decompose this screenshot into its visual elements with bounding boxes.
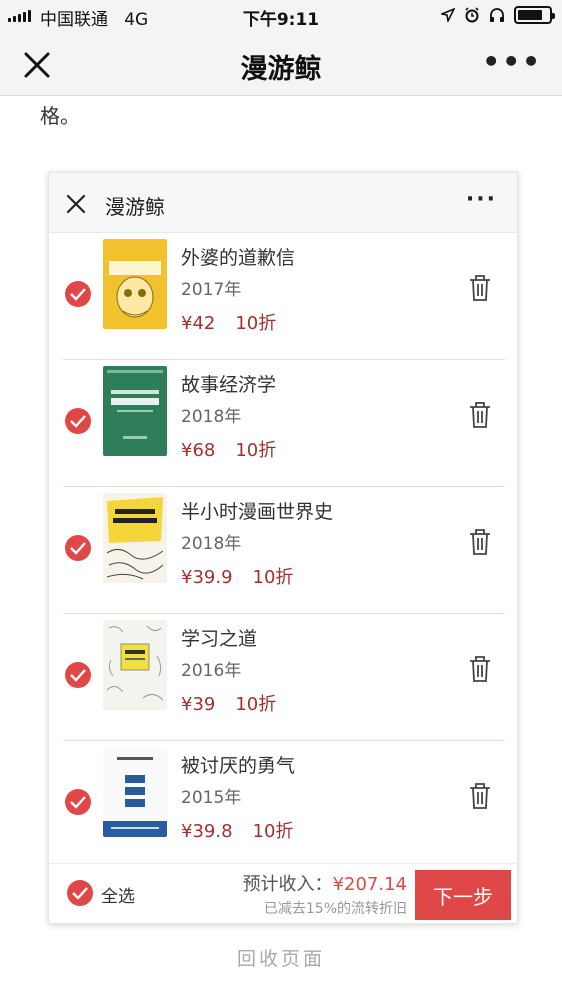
- list-item: 半小时漫画世界史 2018年 ¥39.9 10折: [63, 487, 505, 614]
- headphones-icon: [490, 8, 504, 22]
- book-year: 2015年: [181, 788, 242, 808]
- recycle-page-label: 回收页面: [236, 948, 325, 970]
- alarm-icon: [465, 7, 479, 23]
- status-bar: 中国联通 4G 下午9:11: [0, 0, 562, 32]
- checkbox-checked[interactable]: [65, 535, 91, 561]
- book-discount: 10折: [235, 694, 277, 715]
- checkbox-checked[interactable]: [65, 281, 91, 307]
- book-year: 2018年: [181, 407, 242, 427]
- book-cover: [103, 493, 167, 583]
- book-cover: [103, 239, 167, 329]
- next-step-button[interactable]: 下一步: [415, 870, 511, 920]
- book-cover: [103, 620, 167, 710]
- trash-icon[interactable]: [467, 527, 493, 557]
- location-icon: [441, 8, 455, 22]
- book-discount: 10折: [252, 821, 294, 842]
- embedded-nav-bar: 漫游鲸 ···: [49, 173, 517, 233]
- book-title: 学习之道: [181, 628, 258, 650]
- book-price: ¥42: [181, 313, 216, 334]
- more-icon[interactable]: ···: [466, 187, 497, 212]
- trash-icon[interactable]: [467, 781, 493, 811]
- book-cover: [103, 366, 167, 456]
- book-price: ¥39.8: [181, 821, 233, 842]
- checkout-footer: 全选 预计收入：¥207.14 已减去15%的流转折旧 下一步: [49, 863, 517, 923]
- book-title: 半小时漫画世界史: [181, 501, 334, 523]
- select-all-checkbox[interactable]: [67, 880, 93, 906]
- checkbox-checked[interactable]: [65, 662, 91, 688]
- embedded-title: 漫游鲸: [105, 195, 165, 219]
- estimate-amount: ¥207.14: [332, 874, 407, 895]
- list-item: 外婆的道歉信 2017年 ¥42 10折: [63, 233, 505, 360]
- trash-icon[interactable]: [467, 654, 493, 684]
- estimate-label: 预计收入：: [242, 874, 333, 895]
- book-year: 2016年: [181, 661, 242, 681]
- battery-icon: [514, 6, 555, 24]
- book-discount: 10折: [235, 313, 277, 334]
- book-year: 2018年: [181, 534, 242, 554]
- checkbox-checked[interactable]: [65, 408, 91, 434]
- top-nav-bar: 漫游鲸 •••: [0, 32, 562, 96]
- list-item: 被讨厌的勇气 2015年 ¥39.8 10折: [63, 741, 505, 868]
- book-list: 外婆的道歉信 2017年 ¥42 10折 故事经济学 2018年 ¥68 10折…: [49, 233, 517, 868]
- close-icon[interactable]: [65, 193, 87, 215]
- book-title: 被讨厌的勇气: [181, 755, 296, 777]
- book-price: ¥68: [181, 440, 216, 461]
- book-title: 外婆的道歉信: [181, 247, 296, 269]
- embedded-screenshot: 漫游鲸 ··· 外婆的道歉信 2017年 ¥42 10折 故事经济学 2018年…: [48, 172, 518, 924]
- book-cover: [103, 747, 167, 837]
- trash-icon[interactable]: [467, 400, 493, 430]
- book-price: ¥39.9: [181, 567, 233, 588]
- checkbox-checked[interactable]: [65, 789, 91, 815]
- book-discount: 10折: [235, 440, 277, 461]
- book-year: 2017年: [181, 280, 242, 300]
- trash-icon[interactable]: [467, 273, 493, 303]
- book-price: ¥39: [181, 694, 216, 715]
- book-discount: 10折: [252, 567, 294, 588]
- select-all-label[interactable]: 全选: [101, 882, 135, 907]
- more-icon[interactable]: •••: [482, 48, 542, 76]
- book-title: 故事经济学: [181, 374, 277, 396]
- list-item: 学习之道 2016年 ¥39 10折: [63, 614, 505, 741]
- list-item: 故事经济学 2018年 ¥68 10折: [63, 360, 505, 487]
- article-text: 格。: [40, 104, 80, 128]
- depreciation-note: 已减去15%的流转折旧: [263, 901, 407, 917]
- page-title: 漫游鲸: [240, 54, 322, 85]
